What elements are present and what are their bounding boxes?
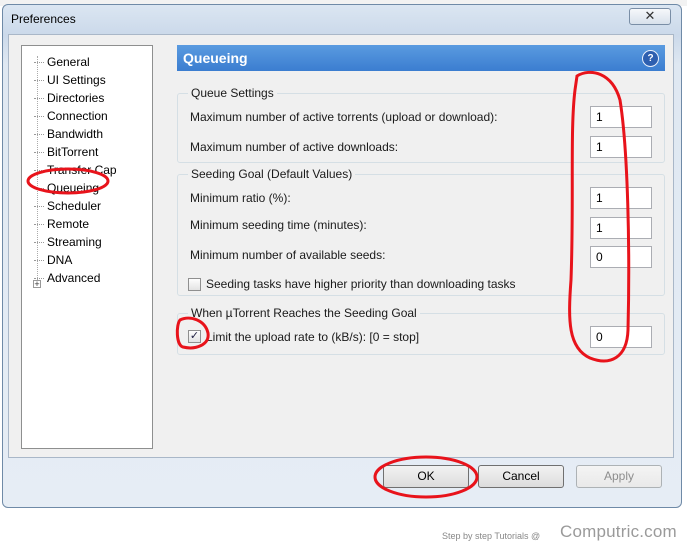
tree-item-queueing[interactable]: Queueing bbox=[34, 180, 99, 196]
seeding-priority-checkbox[interactable] bbox=[188, 278, 201, 291]
seeding-goal-title: Seeding Goal (Default Values) bbox=[188, 167, 356, 181]
watermark-tagline: Step by step Tutorials @ bbox=[442, 531, 541, 541]
dialog-button-bar: OK Cancel Apply bbox=[6, 458, 672, 504]
tree-item-ui-settings[interactable]: UI Settings bbox=[34, 72, 106, 88]
apply-button[interactable]: Apply bbox=[576, 465, 662, 488]
min-seeding-time-input[interactable]: 1 bbox=[590, 217, 652, 239]
tree-item-bittorrent[interactable]: BitTorrent bbox=[34, 144, 98, 160]
max-active-downloads-label: Maximum number of active downloads: bbox=[190, 140, 399, 154]
tree-item-directories[interactable]: Directories bbox=[34, 90, 104, 106]
reaches-goal-group: When µTorrent Reaches the Seeding Goal ✓… bbox=[177, 306, 665, 355]
settings-tree: General UI Settings Directories Connecti… bbox=[21, 45, 153, 449]
queue-settings-group: Queue Settings Maximum number of active … bbox=[177, 86, 665, 163]
seeding-goal-group: Seeding Goal (Default Values) Minimum ra… bbox=[177, 167, 665, 296]
close-icon: ✕ bbox=[644, 8, 656, 23]
tree-item-dna[interactable]: DNA bbox=[34, 252, 72, 268]
close-button[interactable]: ✕ bbox=[629, 8, 671, 25]
max-active-torrents-label: Maximum number of active torrents (uploa… bbox=[190, 110, 498, 124]
min-ratio-label: Minimum ratio (%): bbox=[190, 191, 291, 205]
panel-header: Queueing ? bbox=[177, 45, 665, 71]
limit-upload-input[interactable]: 0 bbox=[590, 326, 652, 348]
tree-item-connection[interactable]: Connection bbox=[34, 108, 108, 124]
tree-item-scheduler[interactable]: Scheduler bbox=[34, 198, 101, 214]
tree-item-streaming[interactable]: Streaming bbox=[34, 234, 102, 250]
tree-item-advanced[interactable]: Advanced bbox=[34, 270, 100, 286]
tree-item-general[interactable]: General bbox=[34, 54, 90, 70]
dialog-client-area: General UI Settings Directories Connecti… bbox=[8, 34, 674, 458]
min-available-seeds-label: Minimum number of available seeds: bbox=[190, 248, 386, 262]
cancel-button[interactable]: Cancel bbox=[478, 465, 564, 488]
min-available-seeds-input[interactable]: 0 bbox=[590, 246, 652, 268]
help-icon[interactable]: ? bbox=[642, 50, 659, 67]
check-icon: ✓ bbox=[189, 330, 200, 342]
limit-upload-label: Limit the upload rate to (kB/s): [0 = st… bbox=[206, 330, 420, 344]
limit-upload-checkbox[interactable]: ✓ bbox=[188, 330, 201, 343]
max-active-torrents-input[interactable]: 1 bbox=[590, 106, 652, 128]
min-seeding-time-label: Minimum seeding time (minutes): bbox=[190, 218, 367, 232]
ok-button[interactable]: OK bbox=[383, 465, 469, 488]
seeding-priority-label: Seeding tasks have higher priority than … bbox=[206, 277, 516, 291]
watermark-brand: Computric.com bbox=[560, 522, 677, 541]
window-title: Preferences bbox=[11, 12, 76, 26]
tree-item-bandwidth[interactable]: Bandwidth bbox=[34, 126, 103, 142]
queue-settings-title: Queue Settings bbox=[188, 86, 277, 100]
reaches-goal-title: When µTorrent Reaches the Seeding Goal bbox=[188, 306, 420, 320]
tree-item-remote[interactable]: Remote bbox=[34, 216, 89, 232]
min-ratio-input[interactable]: 1 bbox=[590, 187, 652, 209]
max-active-downloads-input[interactable]: 1 bbox=[590, 136, 652, 158]
tree-item-transfer-cap[interactable]: Transfer Cap bbox=[34, 162, 117, 178]
panel-title: Queueing bbox=[183, 50, 248, 66]
queueing-panel: Queueing ? Queue Settings Maximum number… bbox=[177, 45, 667, 449]
